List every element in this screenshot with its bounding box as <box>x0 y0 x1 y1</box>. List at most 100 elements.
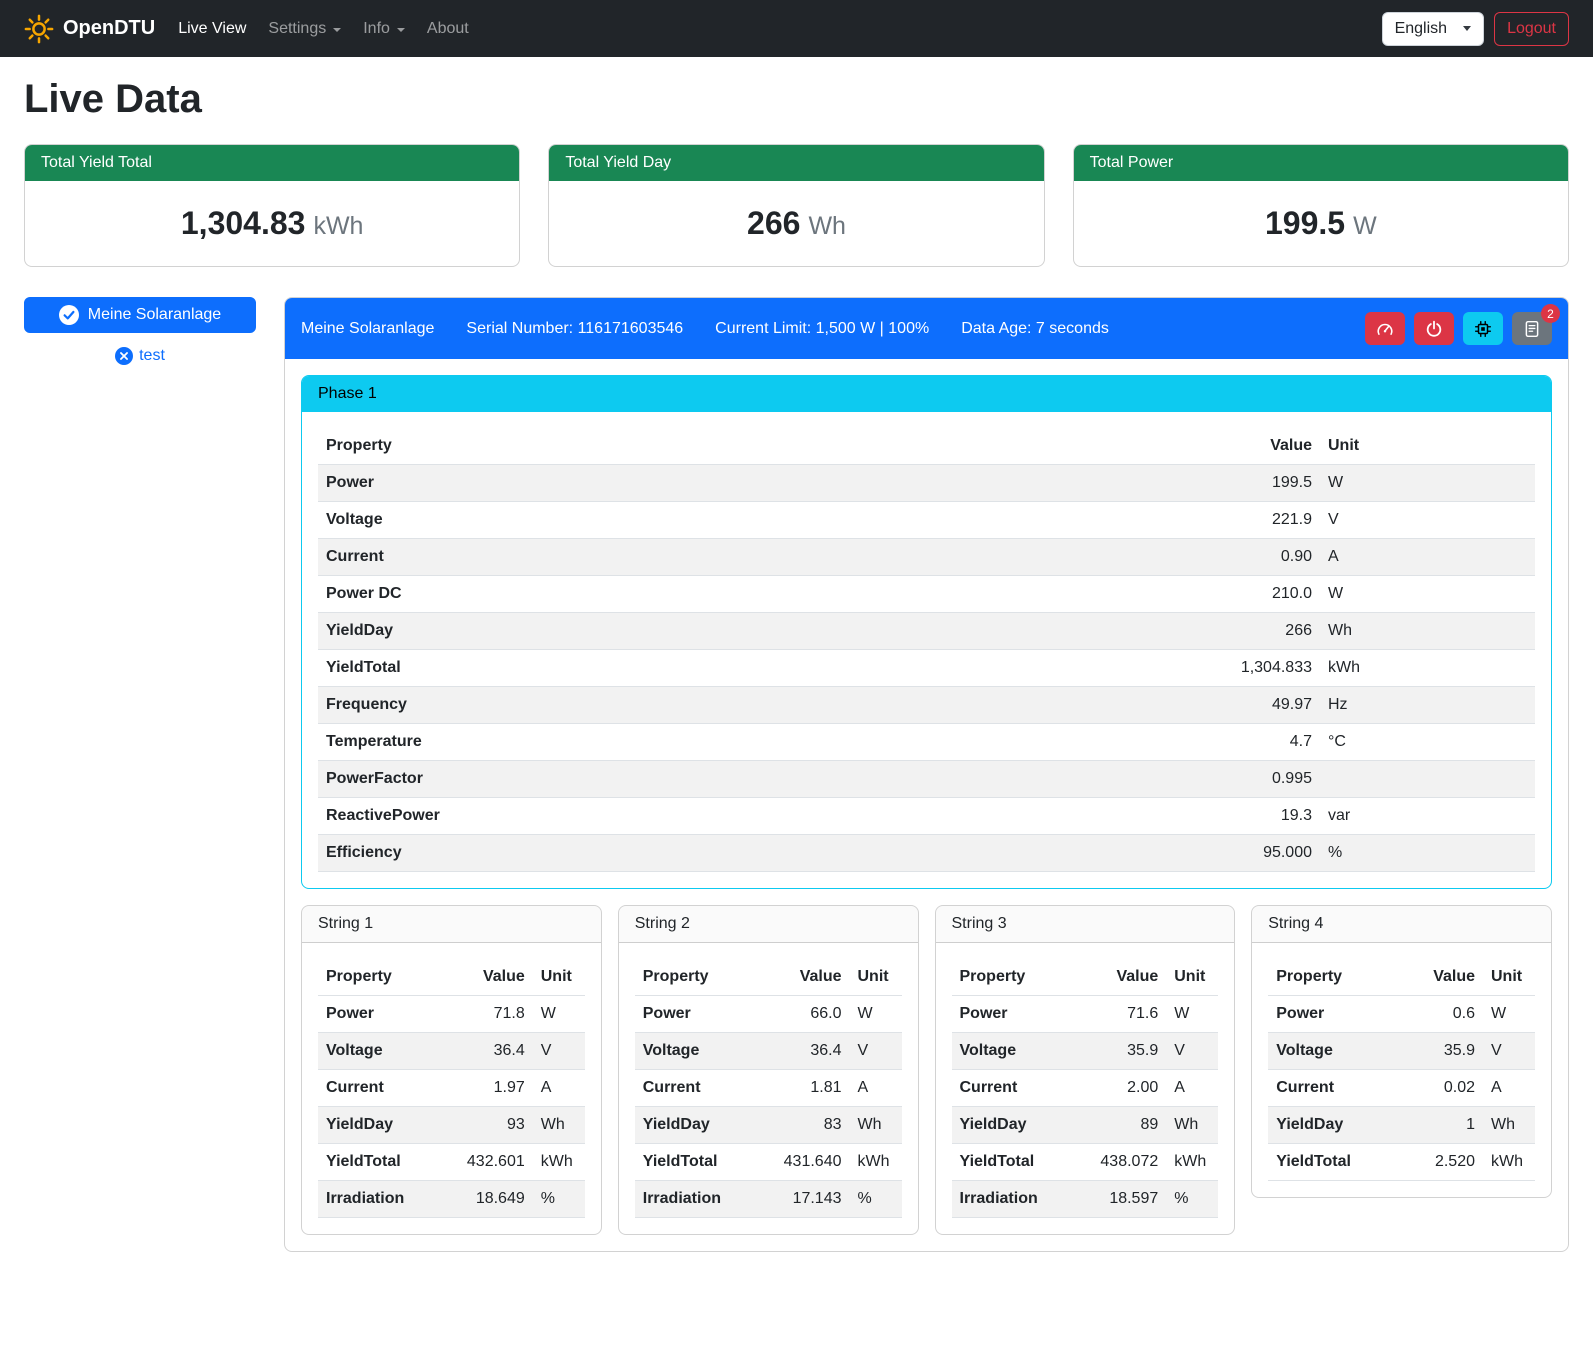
string-1-card: String 1 Property Value Unit <box>301 905 602 1235</box>
phase-card-header: Phase 1 <box>302 376 1551 412</box>
unit-cell: V <box>1320 502 1535 539</box>
total-yield-total-unit: kWh <box>313 212 363 240</box>
string-3-table: Property Value Unit Power71.6WVoltage35.… <box>952 959 1219 1218</box>
table-row: Voltage36.4V <box>318 1033 585 1070</box>
unit-cell: V <box>1483 1033 1535 1070</box>
total-power-card: Total Power 199.5W <box>1073 144 1569 267</box>
inverter-sidebar: Meine Solaranlage test <box>24 297 256 365</box>
logout-button[interactable]: Logout <box>1494 12 1569 46</box>
main-row: Meine Solaranlage test Meine Solaranlage… <box>24 297 1569 1252</box>
table-row: PowerFactor0.995 <box>318 761 1535 798</box>
value-cell: 71.8 <box>453 996 533 1033</box>
table-row: YieldDay266Wh <box>318 613 1535 650</box>
property-cell: YieldDay <box>318 613 1200 650</box>
inverter-panel-body: Phase 1 Property Value Unit <box>285 359 1568 1251</box>
value-cell: 89 <box>1086 1107 1166 1144</box>
card-body: 199.5W <box>1074 181 1568 266</box>
table-row: Current2.00A <box>952 1070 1219 1107</box>
inverter-select-label: Meine Solaranlage <box>88 306 221 324</box>
inverter-select-button[interactable]: Meine Solaranlage <box>24 297 256 333</box>
property-cell: Current <box>1268 1070 1403 1107</box>
string-card-header: String 1 <box>302 906 601 943</box>
property-cell: Irradiation <box>318 1181 453 1218</box>
string-4-table-body: Power0.6WVoltage35.9VCurrent0.02AYieldDa… <box>1268 996 1535 1181</box>
table-row: ReactivePower19.3var <box>318 798 1535 835</box>
string-card-header: String 2 <box>619 906 918 943</box>
property-cell: Voltage <box>318 502 1200 539</box>
unit-header: Unit <box>850 959 902 996</box>
card-body: 1,304.83kWh <box>25 181 519 266</box>
unit-cell: W <box>1320 465 1535 502</box>
property-cell: YieldTotal <box>318 1144 453 1181</box>
inverter-limit: Current Limit: 1,500 W | 100% <box>715 320 929 338</box>
value-cell: 1.81 <box>770 1070 850 1107</box>
page-title: Live Data <box>24 77 1569 122</box>
value-header: Value <box>1200 428 1320 465</box>
property-cell: Current <box>635 1070 770 1107</box>
string-3-table-body: Power71.6WVoltage35.9VCurrent2.00AYieldD… <box>952 996 1219 1218</box>
unit-cell: % <box>850 1181 902 1218</box>
power-toggle-button[interactable] <box>1414 312 1454 345</box>
string-card-header: String 4 <box>1252 906 1551 943</box>
unit-cell: W <box>533 996 585 1033</box>
table-row: YieldDay93Wh <box>318 1107 585 1144</box>
property-cell: YieldDay <box>1268 1107 1403 1144</box>
property-cell: Power <box>635 996 770 1033</box>
string-card-body: Property Value Unit Power66.0WVoltage36.… <box>619 943 918 1234</box>
total-yield-total-card: Total Yield Total 1,304.83kWh <box>24 144 520 267</box>
phase-card-body: Property Value Unit Power199.5WVoltage22… <box>302 412 1551 888</box>
string-card-body: Property Value Unit Power71.8WVoltage36.… <box>302 943 601 1234</box>
table-row: YieldDay1Wh <box>1268 1107 1535 1144</box>
unit-cell: kWh <box>1166 1144 1218 1181</box>
property-cell: YieldTotal <box>318 650 1200 687</box>
table-row: Power0.6W <box>1268 996 1535 1033</box>
total-yield-day-unit: Wh <box>808 212 846 240</box>
unit-cell: Wh <box>1166 1107 1218 1144</box>
property-cell: ReactivePower <box>318 798 1200 835</box>
unit-cell: W <box>1166 996 1218 1033</box>
table-header-row: Property Value Unit <box>318 959 585 996</box>
nav-live-view-label: Live View <box>178 20 246 38</box>
limit-settings-button[interactable] <box>1365 312 1405 345</box>
inverter-test-item[interactable]: test <box>24 347 256 365</box>
nav-settings[interactable]: Settings <box>257 12 352 46</box>
unit-cell: kWh <box>1483 1144 1535 1181</box>
event-log-button[interactable]: 2 <box>1512 312 1552 345</box>
chevron-down-icon <box>333 28 341 32</box>
phase-table: Property Value Unit Power199.5WVoltage22… <box>318 428 1535 872</box>
brand[interactable]: OpenDTU <box>24 14 155 44</box>
nav-live-view[interactable]: Live View <box>167 12 257 46</box>
inverter-action-buttons: 2 <box>1365 312 1552 345</box>
language-select[interactable]: English <box>1382 12 1484 46</box>
unit-cell <box>1320 761 1535 798</box>
unit-cell: W <box>1483 996 1535 1033</box>
property-cell: Current <box>318 1070 453 1107</box>
value-cell: 438.072 <box>1086 1144 1166 1181</box>
table-row: Voltage36.4V <box>635 1033 902 1070</box>
unit-cell: Wh <box>1320 613 1535 650</box>
table-row: Temperature4.7°C <box>318 724 1535 761</box>
value-header: Value <box>453 959 533 996</box>
value-cell: 1 <box>1403 1107 1483 1144</box>
value-cell: 431.640 <box>770 1144 850 1181</box>
string-1-table: Property Value Unit Power71.8WVoltage36.… <box>318 959 585 1218</box>
nav-info[interactable]: Info <box>352 12 416 46</box>
property-cell: Voltage <box>1268 1033 1403 1070</box>
property-cell: YieldDay <box>952 1107 1087 1144</box>
unit-cell: % <box>1166 1181 1218 1218</box>
table-row: Current0.02A <box>1268 1070 1535 1107</box>
unit-cell: Wh <box>850 1107 902 1144</box>
value-cell: 49.97 <box>1200 687 1320 724</box>
property-cell: Voltage <box>635 1033 770 1070</box>
total-yield-day-card: Total Yield Day 266Wh <box>548 144 1044 267</box>
check-circle-icon <box>59 305 79 325</box>
table-header-row: Property Value Unit <box>635 959 902 996</box>
inverter-panel-header: Meine Solaranlage Serial Number: 1161716… <box>285 298 1568 359</box>
summary-cards-row: Total Yield Total 1,304.83kWh Total Yiel… <box>24 144 1569 267</box>
string-1-table-body: Power71.8WVoltage36.4VCurrent1.97AYieldD… <box>318 996 585 1218</box>
nav-about[interactable]: About <box>416 12 480 46</box>
device-info-button[interactable] <box>1463 312 1503 345</box>
unit-cell: A <box>1483 1070 1535 1107</box>
table-row: Voltage221.9V <box>318 502 1535 539</box>
cpu-icon <box>1474 320 1492 338</box>
